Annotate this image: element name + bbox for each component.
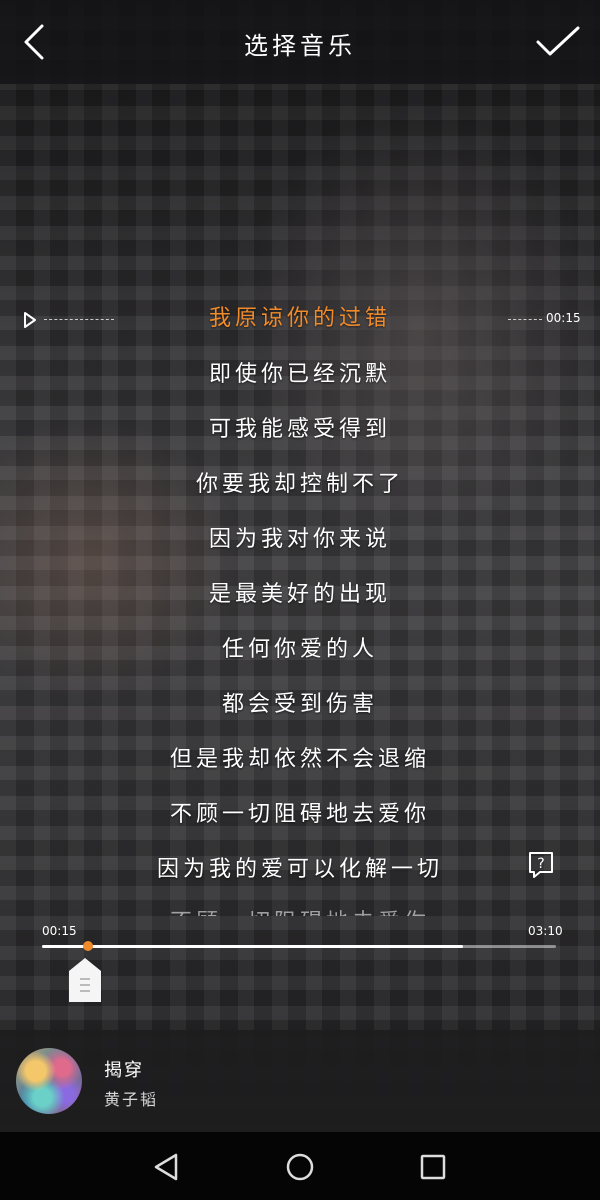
clip-start-handle[interactable] bbox=[68, 957, 102, 1003]
nav-back-button[interactable] bbox=[150, 1150, 184, 1184]
progress-buffered bbox=[42, 945, 464, 948]
lyric-report-button[interactable]: ? bbox=[526, 850, 556, 880]
lyric-line[interactable]: 都会受到伤害 bbox=[0, 686, 600, 718]
lyric-line[interactable]: 因为我对你来说 bbox=[0, 521, 600, 553]
lyric-line[interactable]: 但是我却依然不会退缩 bbox=[0, 741, 600, 773]
clip-handle-icon bbox=[69, 958, 101, 1002]
header-bar: 选择音乐 bbox=[0, 0, 600, 84]
progress-start-time: 00:15 bbox=[42, 924, 77, 938]
album-art[interactable] bbox=[16, 1048, 82, 1114]
music-picker-screen: 选择音乐 我原谅你的过错 即使你已经沉默 可我能感受得到 你要我却控制不了 因为… bbox=[0, 0, 600, 1200]
song-artist: 黄子韬 bbox=[104, 1090, 159, 1109]
play-button[interactable] bbox=[22, 310, 38, 330]
nav-recents-button[interactable] bbox=[416, 1150, 450, 1184]
page-title: 选择音乐 bbox=[244, 32, 356, 60]
lyric-line[interactable]: 任何你爱的人 bbox=[0, 631, 600, 663]
lyric-line[interactable]: 不顾一切阻碍地去爱你 bbox=[0, 796, 600, 828]
indicator-dash-left bbox=[44, 319, 114, 320]
nav-home-button[interactable] bbox=[283, 1150, 317, 1184]
triangle-back-icon bbox=[154, 1153, 178, 1181]
square-recents-icon bbox=[420, 1154, 446, 1180]
progress-slider[interactable] bbox=[42, 941, 556, 951]
circle-home-icon bbox=[286, 1153, 314, 1181]
play-outline-icon bbox=[24, 312, 36, 328]
lyric-line[interactable]: 因为我的爱可以化解一切 bbox=[0, 851, 600, 883]
lyric-line[interactable]: 是最美好的出现 bbox=[0, 576, 600, 608]
song-title: 揭穿 bbox=[104, 1060, 144, 1081]
question-bubble-icon: ? bbox=[529, 852, 553, 878]
lyric-seek-indicator: 00:15 bbox=[22, 310, 581, 330]
lyric-line[interactable]: 你要我却控制不了 bbox=[0, 466, 600, 498]
indicator-dash-right bbox=[508, 319, 542, 320]
indicator-time: 00:15 bbox=[546, 311, 581, 325]
lyric-line[interactable]: 即使你已经沉默 bbox=[0, 356, 600, 388]
checkmark-icon bbox=[536, 26, 580, 56]
progress-end-time: 03:10 bbox=[528, 924, 563, 938]
svg-text:?: ? bbox=[537, 856, 544, 872]
lyric-line-partial: 不顾一切阻碍地去爱你 bbox=[0, 904, 600, 916]
system-nav-bar bbox=[0, 1132, 600, 1200]
current-song-bar[interactable]: 揭穿 黄子韬 bbox=[0, 1030, 600, 1132]
lyric-line[interactable]: 可我能感受得到 bbox=[0, 411, 600, 443]
lyrics-panel[interactable]: 我原谅你的过错 即使你已经沉默 可我能感受得到 你要我却控制不了 因为我对你来说… bbox=[0, 296, 600, 916]
confirm-button[interactable] bbox=[534, 20, 582, 64]
